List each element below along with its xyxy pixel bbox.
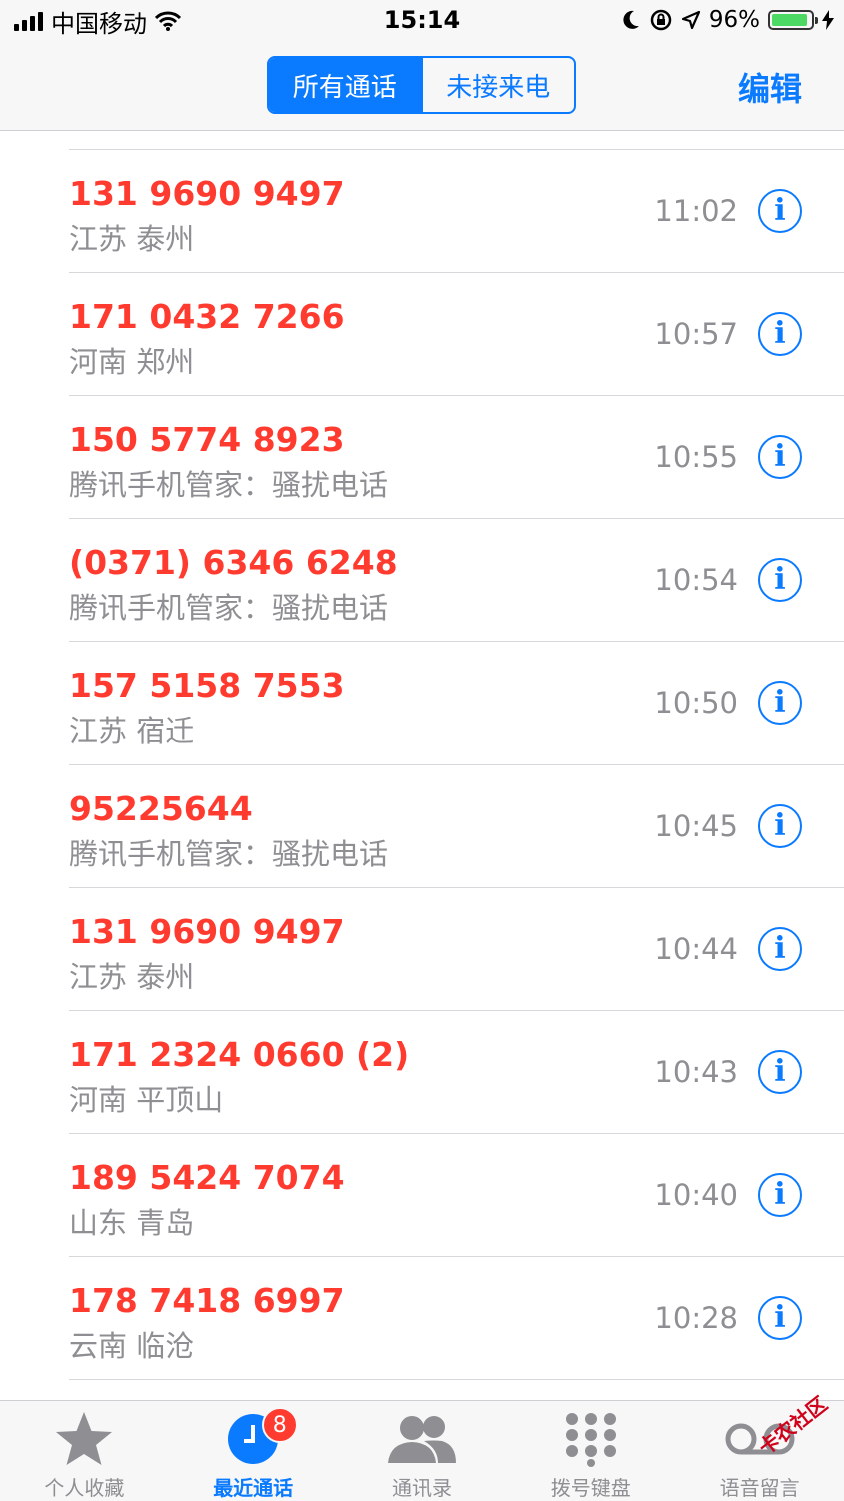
segment-missed-calls[interactable]: 未接来电: [420, 58, 575, 112]
battery-icon: [768, 10, 818, 30]
info-icon[interactable]: i: [758, 1173, 802, 1217]
call-time: 10:50: [654, 686, 738, 720]
call-number: 178 7418 6997: [69, 1281, 345, 1320]
tab-recents[interactable]: 8 最近通话: [169, 1401, 338, 1501]
call-number: 95225644: [69, 789, 253, 828]
edit-button[interactable]: 编辑: [738, 64, 802, 110]
call-location: 腾讯手机管家：骚扰电话: [69, 591, 389, 625]
contacts-icon: [387, 1415, 456, 1463]
call-row[interactable]: 189 5424 7074 山东 青岛 10:40 i: [0, 1134, 844, 1257]
info-icon[interactable]: i: [758, 312, 802, 356]
call-number: 171 0432 7266: [69, 297, 345, 336]
call-row[interactable]: 178 7418 6997 云南 临沧 10:28 i: [0, 1257, 844, 1380]
call-time: 10:54: [654, 563, 738, 597]
tab-contacts[interactable]: 通讯录: [338, 1401, 507, 1501]
call-time: 10:45: [654, 809, 738, 843]
row-divider: [69, 1379, 844, 1380]
status-bar: 中国移动 15:14 96%: [0, 0, 844, 44]
call-number: 171 2324 0660 (2): [69, 1035, 410, 1074]
call-number: 131 9690 9497: [69, 912, 345, 951]
call-location: 江苏 泰州: [69, 960, 195, 994]
call-row[interactable]: 131 9690 9497 江苏 泰州 11:02 i: [0, 150, 844, 273]
info-icon[interactable]: i: [758, 927, 802, 971]
tab-label: 个人收藏: [44, 1476, 125, 1500]
nav-bar: 所有通话 未接来电 编辑: [0, 44, 844, 131]
location-icon: [681, 10, 700, 30]
moon-icon: [623, 10, 639, 29]
missed-count-badge: 8: [261, 1407, 298, 1443]
tab-label: 通讯录: [391, 1476, 452, 1500]
tab-label: 最近通话: [213, 1476, 294, 1500]
call-time: 10:55: [654, 440, 738, 474]
info-icon[interactable]: i: [758, 435, 802, 479]
call-location: 腾讯手机管家：骚扰电话: [69, 468, 389, 502]
call-location: 河南 郑州: [69, 345, 195, 379]
call-number: 150 5774 8923: [69, 420, 345, 459]
info-icon[interactable]: i: [758, 681, 802, 725]
tab-label: 语音留言: [719, 1476, 800, 1500]
call-number: 189 5424 7074: [69, 1158, 345, 1197]
rotation-lock-icon: [650, 9, 672, 31]
call-location: 河南 平顶山: [69, 1083, 224, 1117]
info-icon[interactable]: i: [758, 804, 802, 848]
call-row[interactable]: 95225644 腾讯手机管家：骚扰电话 10:45 i: [0, 765, 844, 888]
call-number: 157 5158 7553: [69, 666, 345, 705]
info-icon[interactable]: i: [758, 1296, 802, 1340]
info-icon[interactable]: i: [758, 558, 802, 602]
call-filter-segmented-control[interactable]: 所有通话 未接来电: [267, 56, 576, 114]
info-icon[interactable]: i: [758, 189, 802, 233]
tab-favorites[interactable]: 个人收藏: [0, 1401, 169, 1501]
call-row[interactable]: 131 9690 9497 江苏 泰州 10:44 i: [0, 888, 844, 1011]
segment-all-calls[interactable]: 所有通话: [269, 58, 421, 112]
call-location: 江苏 泰州: [69, 222, 195, 256]
keypad-icon: [565, 1412, 616, 1467]
status-right: 96%: [621, 4, 834, 36]
star-icon: [56, 1411, 113, 1465]
call-time: 10:40: [654, 1178, 738, 1212]
call-time: 10:28: [654, 1301, 738, 1335]
call-row[interactable]: (0371) 6346 6248 腾讯手机管家：骚扰电话 10:54 i: [0, 519, 844, 642]
info-icon[interactable]: i: [758, 1050, 802, 1094]
call-row[interactable]: 171 0432 7266 河南 郑州 10:57 i: [0, 273, 844, 396]
call-location: 江苏 宿迁: [69, 714, 195, 748]
call-time: 10:43: [654, 1055, 738, 1089]
call-location: 山东 青岛: [69, 1206, 195, 1240]
charging-icon: [822, 10, 834, 30]
call-time: 10:57: [654, 317, 738, 351]
call-row[interactable]: 157 5158 7553 江苏 宿迁 10:50 i: [0, 642, 844, 765]
call-number: 131 9690 9497: [69, 174, 345, 213]
call-row[interactable]: 150 5774 8923 腾讯手机管家：骚扰电话 10:55 i: [0, 396, 844, 519]
call-time: 11:02: [654, 194, 738, 228]
tab-keypad[interactable]: 拨号键盘: [506, 1401, 675, 1501]
call-time: 10:44: [654, 932, 738, 966]
call-location: 腾讯手机管家：骚扰电话: [69, 837, 389, 871]
tab-label: 拨号键盘: [550, 1476, 631, 1500]
battery-percent: 96%: [708, 7, 760, 33]
call-number: (0371) 6346 6248: [69, 543, 398, 582]
call-row[interactable]: 171 2324 0660 (2) 河南 平顶山 10:43 i: [0, 1011, 844, 1134]
tab-bar: 个人收藏 8 最近通话 通讯录 拨号键盘 语音留言: [0, 1400, 844, 1501]
call-location: 云南 临沧: [69, 1329, 195, 1363]
